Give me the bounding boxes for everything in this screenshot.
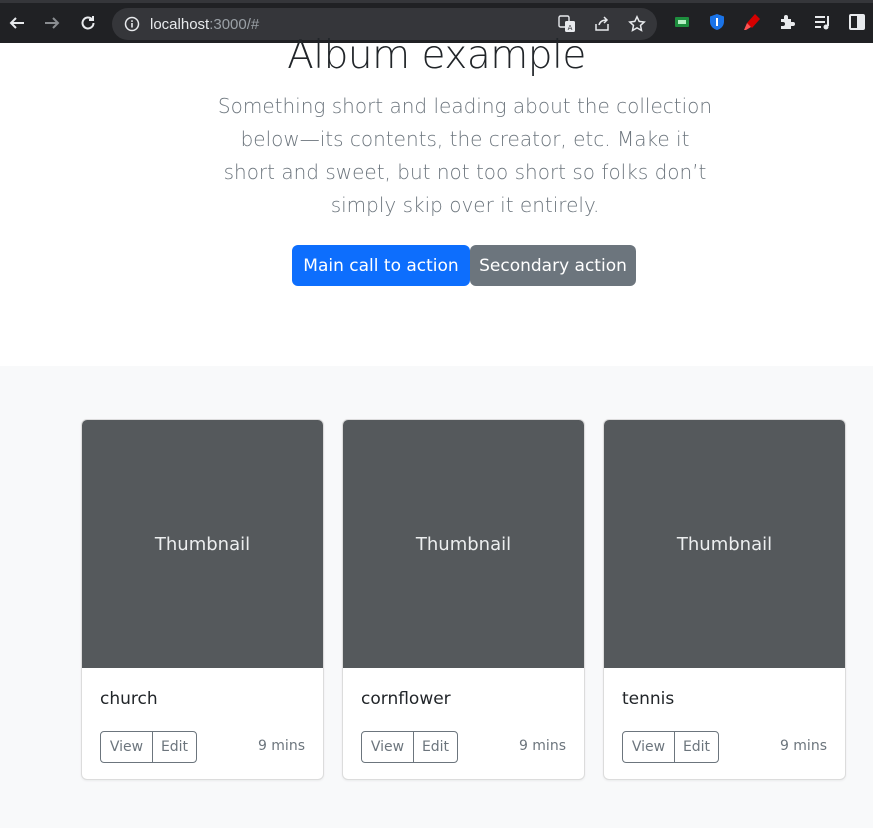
card-button-group: View Edit	[622, 731, 719, 763]
card-text: church	[100, 689, 158, 709]
url-host: localhost	[150, 16, 210, 33]
card-time: 9 mins	[779, 738, 827, 754]
svg-text:A: A	[568, 24, 573, 32]
edit-button[interactable]: Edit	[413, 731, 458, 763]
card-thumbnail: Thumbnail	[82, 420, 323, 668]
share-icon[interactable]	[593, 15, 611, 33]
card-time: 9 mins	[518, 738, 566, 754]
card-thumbnail: Thumbnail	[343, 420, 584, 668]
url-text: localhost:3000/#	[150, 16, 259, 33]
thumbnail-label: Thumbnail	[676, 533, 773, 555]
card-button-group: View Edit	[100, 731, 197, 763]
side-panel-icon[interactable]	[848, 13, 866, 31]
album-card: Thumbnail tennis View Edit 9 mins	[603, 419, 846, 780]
translate-icon[interactable]: A	[558, 15, 576, 33]
highlighter-icon[interactable]	[743, 13, 761, 31]
album-card: Thumbnail church View Edit 9 mins	[81, 419, 324, 780]
card-text: tennis	[622, 689, 675, 709]
thumbnail-label: Thumbnail	[415, 533, 512, 555]
card-time: 9 mins	[257, 738, 305, 754]
bitwarden-shield-icon[interactable]	[708, 13, 726, 31]
page-title: Album example	[287, 33, 586, 78]
back-arrow-icon[interactable]	[6, 12, 28, 34]
media-queue-icon[interactable]	[813, 13, 831, 31]
bookmark-star-icon[interactable]	[628, 15, 646, 33]
extension-screen-icon[interactable]	[673, 13, 691, 31]
album-card: Thumbnail cornflower View Edit 9 mins	[342, 419, 585, 780]
view-button[interactable]: View	[361, 731, 414, 763]
view-button[interactable]: View	[622, 731, 675, 763]
url-path: :3000/#	[209, 16, 260, 33]
reload-icon[interactable]	[77, 12, 99, 34]
secondary-action-button[interactable]: Secondary action	[470, 245, 636, 286]
thumbnail-label: Thumbnail	[154, 533, 251, 555]
album-section: Thumbnail church View Edit 9 mins Thumbn…	[0, 366, 873, 828]
view-button[interactable]: View	[100, 731, 153, 763]
card-thumbnail: Thumbnail	[604, 420, 845, 668]
edit-button[interactable]: Edit	[674, 731, 719, 763]
card-text: cornflower	[361, 689, 451, 709]
card-button-group: View Edit	[361, 731, 458, 763]
main-call-to-action-button[interactable]: Main call to action	[292, 245, 470, 286]
extensions-puzzle-icon[interactable]	[778, 13, 796, 31]
hero-lead-text: Something short and leading about the co…	[217, 94, 713, 217]
forward-arrow-icon[interactable]	[41, 12, 63, 34]
edit-button[interactable]: Edit	[152, 731, 197, 763]
